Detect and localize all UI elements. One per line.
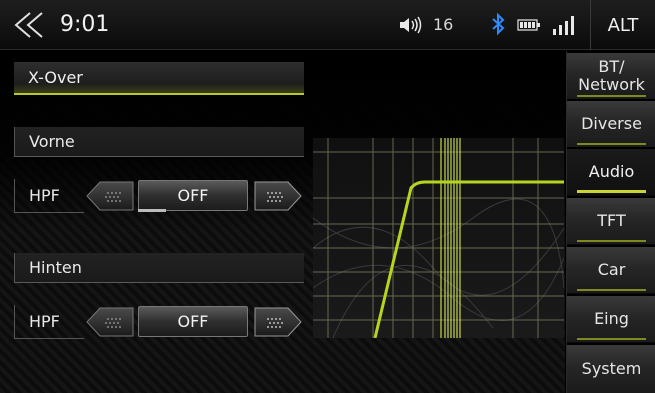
sidebar-item-label: TFT [597, 211, 626, 230]
rear-hpf-label: HPF [14, 305, 84, 339]
crossover-response-graph [313, 138, 564, 338]
sidebar-item-bt-network[interactable]: BT/ Network [567, 51, 655, 99]
sidebar-item-label: Diverse [581, 114, 642, 133]
volume-icon [400, 16, 422, 34]
front-hpf-increase-button[interactable] [254, 181, 302, 211]
status-bar: 9:01 16 ALT [0, 0, 655, 50]
rear-hpf-decrease-button[interactable] [86, 307, 134, 337]
sidebar-item-label: Eing [594, 309, 629, 328]
front-hpf-decrease-button[interactable] [86, 181, 134, 211]
battery-icon [517, 19, 540, 31]
sidebar-item-car[interactable]: Car [567, 245, 655, 293]
sidebar-item-system[interactable]: System [567, 343, 655, 393]
rear-hpf-increase-button[interactable] [254, 307, 302, 337]
alt-button[interactable]: ALT [590, 0, 655, 50]
volume-level: 16 [433, 15, 454, 34]
signal-icon [553, 16, 574, 35]
settings-sidebar: BT/ Network Diverse Audio TFT Car Eing S… [566, 51, 655, 393]
rear-section-label: Hinten [14, 253, 304, 283]
bluetooth-icon [492, 12, 505, 36]
sidebar-item-label: BT/ Network [578, 57, 645, 94]
rear-hpf-row: HPF OFF [14, 305, 304, 339]
sidebar-item-divider [577, 240, 646, 242]
clock: 9:01 [60, 12, 110, 37]
sidebar-item-active-indicator [577, 190, 646, 193]
sidebar-item-divider [577, 289, 646, 291]
front-hpf-marker [138, 209, 166, 212]
sidebar-item-label: Audio [588, 162, 635, 181]
sidebar-item-divider [577, 338, 646, 340]
sidebar-item-eing[interactable]: Eing [567, 294, 655, 342]
front-hpf-label: HPF [14, 179, 84, 213]
sidebar-item-tft[interactable]: TFT [567, 196, 655, 244]
front-section-label: Vorne [14, 127, 304, 157]
sidebar-item-diverse[interactable]: Diverse [567, 99, 655, 147]
back-icon[interactable] [8, 10, 50, 40]
sidebar-item-divider [577, 95, 646, 97]
sidebar-item-label: System [581, 359, 642, 378]
front-hpf-value: OFF [138, 180, 248, 211]
front-hpf-row: HPF OFF [14, 179, 304, 213]
sidebar-item-audio[interactable]: Audio [567, 147, 655, 195]
panel-title: X-Over [14, 62, 304, 95]
rear-hpf-value: OFF [138, 306, 248, 337]
sidebar-item-divider [577, 143, 646, 145]
sidebar-item-label: Car [597, 260, 626, 279]
